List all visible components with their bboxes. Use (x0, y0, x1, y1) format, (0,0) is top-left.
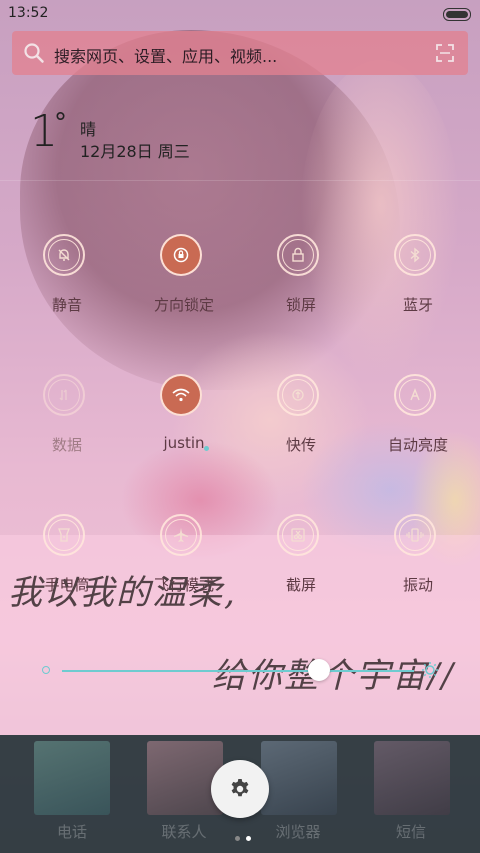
search-icon (24, 43, 44, 63)
toggle-rotation-lock[interactable]: 方向锁定 (124, 234, 244, 354)
flashlight-icon (43, 514, 85, 556)
dock-label-contacts[interactable]: 联系人 (129, 821, 239, 842)
page-dot (235, 836, 240, 841)
auto-brightness-icon (394, 374, 436, 416)
dock-app-browser-thumbnail[interactable] (261, 741, 337, 815)
toggle-label: 截屏 (285, 576, 316, 594)
weather-date: 12月28日 周三 (80, 142, 190, 161)
degree-symbol: ° (54, 108, 67, 138)
toggle-label: justin (163, 434, 205, 452)
page-indicator (232, 826, 254, 845)
dock-label-browser[interactable]: 浏览器 (243, 821, 353, 842)
page-dot-active (246, 836, 251, 841)
brightness-slider-track[interactable] (62, 670, 414, 672)
lock-icon (277, 234, 319, 276)
toggle-label: 数据 (51, 436, 82, 454)
toggle-auto-brightness[interactable]: 自动亮度 (358, 374, 478, 494)
toggle-label: 方向锁定 (153, 296, 214, 314)
vibrate-icon (394, 514, 436, 556)
settings-button[interactable] (211, 760, 269, 818)
search-input[interactable]: 搜索网页、设置、应用、视频... (54, 43, 277, 67)
toggle-label: 振动 (402, 576, 433, 594)
dock-app-messages-thumbnail[interactable] (374, 741, 450, 815)
toggle-data[interactable]: 数据 (7, 374, 127, 494)
bluetooth-icon (394, 234, 436, 276)
toggle-label: 蓝牙 (402, 296, 433, 314)
status-bar: 13:52 (0, 0, 480, 28)
brightness-low-icon (42, 666, 50, 674)
dock-app-contacts-thumbnail[interactable] (147, 741, 223, 815)
toggle-bluetooth[interactable]: 蓝牙 (358, 234, 478, 354)
wifi-icon (160, 374, 202, 416)
screenshot-icon (277, 514, 319, 556)
toggle-mute[interactable]: 静音 (7, 234, 127, 354)
toggle-lock-screen[interactable]: 锁屏 (241, 234, 361, 354)
scan-icon[interactable] (436, 44, 454, 62)
toggle-label: 快传 (285, 436, 316, 454)
status-time: 13:52 (8, 5, 49, 21)
toggle-label: 锁屏 (285, 296, 316, 314)
gear-icon (231, 779, 249, 797)
toggle-wifi[interactable]: justin (124, 374, 244, 494)
wallpaper-text-line2: 给你整个宇宙// (212, 656, 455, 696)
dock-app-phone-thumbnail[interactable] (34, 741, 110, 815)
dock-label-phone[interactable]: 电话 (17, 821, 127, 842)
divider (0, 180, 480, 181)
brightness-slider-knob[interactable] (307, 659, 330, 681)
rotation-lock-icon (160, 234, 202, 276)
mobile-data-icon (43, 374, 85, 416)
wifi-connected-dot (204, 446, 209, 451)
toggle-screenshot[interactable]: 截屏 (241, 514, 361, 634)
search-bar[interactable]: 搜索网页、设置、应用、视频... (12, 31, 468, 75)
bell-mute-icon (43, 234, 85, 276)
wallpaper-text-line1: 我以我的温柔, (8, 573, 237, 613)
quick-transfer-icon (277, 374, 319, 416)
toggle-label: 静音 (51, 296, 82, 314)
dock-label-messages[interactable]: 短信 (356, 821, 466, 842)
brightness-high-icon (422, 662, 438, 678)
toggle-quick-transfer[interactable]: 快传 (241, 374, 361, 494)
toggle-label: 自动亮度 (387, 436, 448, 454)
weather-condition: 晴 (80, 120, 97, 139)
airplane-icon (160, 514, 202, 556)
toggle-vibrate[interactable]: 振动 (358, 514, 478, 634)
battery-icon (443, 8, 471, 21)
